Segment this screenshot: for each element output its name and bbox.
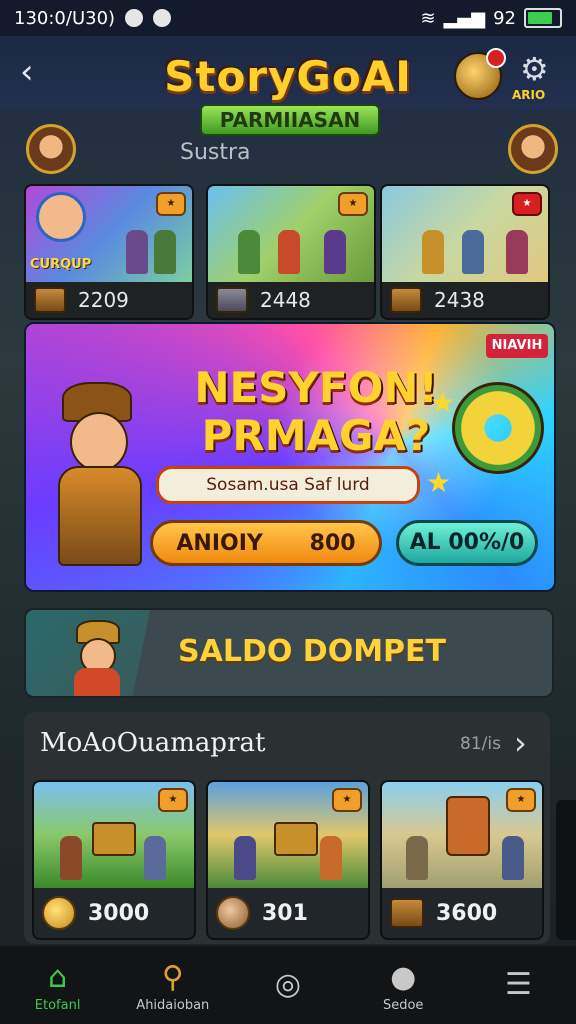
battery-icon [524,8,562,28]
chest-decoration [92,822,136,856]
character-figure [462,230,484,274]
list-card[interactable]: ★ 3600 [380,780,544,940]
wallet-label: SALDO DOMPET [178,634,446,669]
character-figure [60,836,82,880]
banner-title-line1: NESYFON! [194,363,438,412]
avatar-icon [216,896,250,930]
card-value: 2448 [260,288,311,312]
notification-icon [125,9,144,27]
chest-decoration [274,822,318,856]
card-badge: ★ [506,788,536,812]
game-card[interactable]: ★ 2448 [206,184,376,320]
nav-label: Sedoe [382,997,424,1013]
promo-banner[interactable]: NIAVIH NESYFON! PRMAGA? ★ ★ Sosam.usa Sa… [24,322,556,592]
avatar-right[interactable] [508,124,558,174]
chest-icon [390,898,424,928]
wallet-balance-card[interactable]: SALDO DOMPET [24,608,554,698]
nav-item-menu[interactable]: ☰ [461,946,576,1024]
settings-label: ARIO [512,88,546,102]
card-value: 3600 [436,900,498,926]
card-value: 2438 [434,288,485,312]
character-figure [126,230,148,274]
coin-icon [42,896,76,930]
character-figure [320,836,342,880]
next-card-peek[interactable] [556,800,576,940]
page-subtitle: Sustra [180,140,251,165]
app-icon [153,9,172,27]
list-card[interactable]: ★ 301 [206,780,370,940]
card-badge: ★ [332,788,362,812]
hammer-icon [216,287,248,313]
card-badge: ★ [156,192,186,216]
nav-item-home[interactable]: ⌂ Etofanl [0,946,115,1024]
character-figure [502,836,524,880]
battery-percent: 92 [493,7,516,29]
wifi-icon: ≋ [420,7,436,29]
card-badge: ★ [512,192,542,216]
avatar-left[interactable] [26,124,76,174]
section-title: MoAoOuamaprat [40,728,266,758]
banner-primary-button[interactable]: ANIOIY 800 [150,520,382,566]
nav-label: Etofanl [34,997,81,1013]
game-card[interactable]: ★ 2438 [380,184,550,320]
primary-value: 800 [309,530,356,556]
chest-icon [390,287,422,313]
character-figure [154,230,176,274]
hero-character [44,382,154,566]
banner-title-line2: PRMAGA? [201,411,431,460]
star-icon: ★ [426,466,452,499]
primary-label: ANIOIY [176,530,263,556]
card-value: 301 [262,900,308,926]
home-icon: ⌂ [48,959,68,995]
magnifier-icon: ⚲ [161,959,184,995]
nav-label: Ahidaioban [136,997,210,1013]
wallet-character [26,610,150,696]
signal-icon: ▂▄▆ [443,7,486,29]
card-value: 3000 [88,900,150,926]
notification-dot [486,48,506,68]
nav-item-center[interactable]: ◎ [230,946,345,1024]
character-figure [406,836,428,880]
nav-item-search[interactable]: ⚲ Ahidaioban [115,946,230,1024]
banner-subtitle: Sosam.usa Saf lurd [156,466,420,504]
chest-icon [34,287,66,313]
card-badge: ★ [338,192,368,216]
card-tag: CURQUP [30,257,92,272]
compass-icon: ◎ [274,967,302,1002]
list-card[interactable]: ★ 3000 [32,780,196,940]
robot-decoration [446,796,490,856]
bag-icon: ● [390,959,417,995]
banner-title: NESYFON! PRMAGA? [186,364,446,460]
character-avatar [36,192,86,242]
gear-icon[interactable]: ⚙ [520,50,549,88]
status-time: 130:0/U30) [14,7,116,29]
card-badge: ★ [158,788,188,812]
banner-tag: NIAVIH [486,334,548,358]
notification-button[interactable] [454,48,506,100]
status-bar: 130:0/U30) ≋ ▂▄▆ 92 [0,0,576,36]
donut-decoration [452,382,544,474]
character-figure [238,230,260,274]
game-card[interactable]: ★ CURQUP 2209 [24,184,194,320]
section-count: 81/is [460,734,501,754]
character-figure [324,230,346,274]
bottom-navigation: ⌂ Etofanl ⚲ Ahidaioban ◎ ● Sedoe ☰ [0,946,576,1024]
character-figure [422,230,444,274]
chevron-right-icon[interactable]: › [514,724,527,762]
nav-item-bag[interactable]: ● Sedoe [346,946,461,1024]
character-figure [144,836,166,880]
card-value: 2209 [78,288,129,312]
character-figure [278,230,300,274]
app-logo-subtitle: PARMIIASAN [200,104,380,136]
menu-icon: ☰ [504,967,532,1002]
character-figure [234,836,256,880]
star-icon: ★ [430,386,456,419]
character-figure [506,230,528,274]
banner-secondary-button[interactable]: AL 00%/0 [396,520,538,566]
